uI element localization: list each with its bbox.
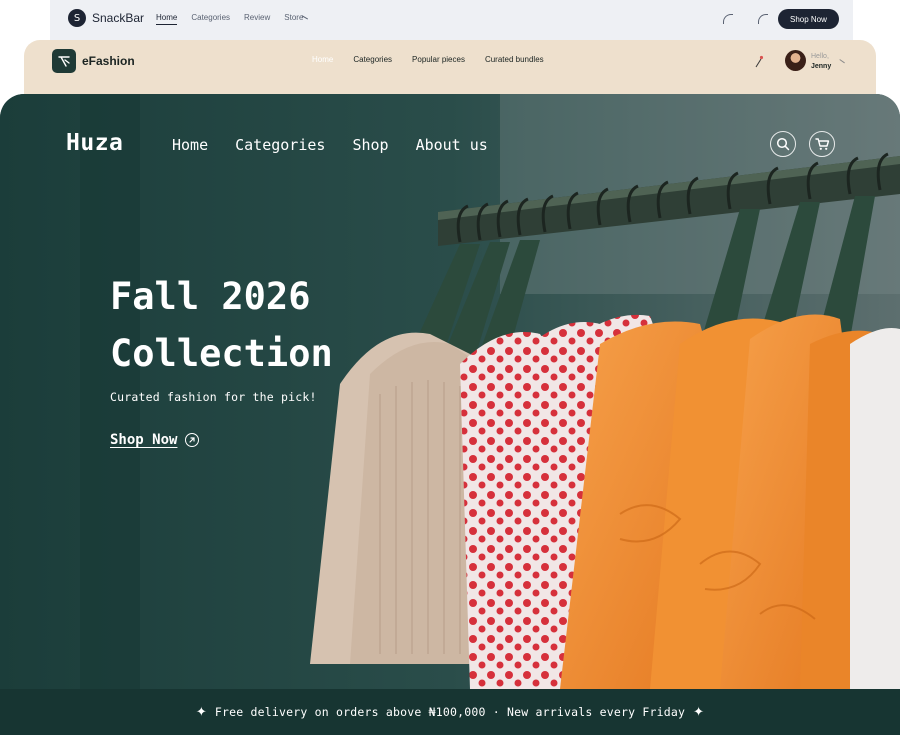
snackbar-nav-review[interactable]: Review: [244, 13, 270, 25]
snackbar-nav-home[interactable]: Home: [156, 13, 178, 25]
snackbar-brand-name: SnackBar: [92, 11, 145, 25]
efashion-brand-name: eFashion: [82, 54, 135, 68]
snackbar-search-icon[interactable]: [723, 14, 733, 24]
snackbar-logo[interactable]: S SnackBar: [68, 9, 144, 27]
snackbar-logo-mark: S: [68, 9, 86, 27]
nav-shop[interactable]: Shop: [352, 136, 388, 154]
snackbar-nav-store[interactable]: Store: [284, 13, 303, 25]
nav-home[interactable]: Home: [172, 136, 208, 154]
user-menu-chevron-down-icon[interactable]: [839, 56, 847, 64]
efashion-preview-card: eFashion Home Categories Popular pieces …: [24, 40, 876, 100]
huza-main-nav: Home Categories Shop About us: [172, 136, 488, 154]
efashion-logo[interactable]: eFashion: [52, 49, 135, 73]
hero-title-line-2: Collection: [110, 332, 333, 375]
nav-about-us[interactable]: About us: [416, 136, 488, 154]
shop-now-label: Shop Now: [110, 432, 178, 448]
efashion-nav-popular-pieces[interactable]: Popular pieces: [412, 55, 465, 64]
location-pin-icon[interactable]: [754, 54, 764, 68]
promo-banner: ✦ Free delivery on orders above ₦100,000…: [0, 689, 900, 735]
huza-hero-card: Huza Home Categories Shop About us Fall …: [0, 94, 900, 735]
cart-button[interactable]: [809, 131, 835, 157]
snackbar-shop-now-button[interactable]: Shop Now: [778, 9, 839, 29]
nav-categories[interactable]: Categories: [235, 136, 325, 154]
efashion-nav-curated-bundles[interactable]: Curated bundles: [485, 55, 544, 64]
snackbar-cart-icon[interactable]: [758, 14, 768, 24]
snackbar-nav: Home Categories Review Store: [156, 13, 303, 25]
search-icon: [776, 137, 790, 151]
sparkle-icon: ✦: [195, 704, 207, 720]
shop-now-link[interactable]: Shop Now: [110, 432, 200, 448]
user-name: Jenny: [811, 63, 832, 70]
snackbar-nav-categories[interactable]: Categories: [191, 13, 230, 25]
efashion-nav-home[interactable]: Home: [312, 55, 333, 64]
hero-title: Fall 2026 Collection: [110, 268, 333, 382]
user-greeting[interactable]: Hello, Jenny: [811, 52, 831, 72]
user-greeting-hello: Hello,: [811, 53, 829, 60]
huza-logo[interactable]: Huza: [66, 130, 123, 156]
promo-text: Free delivery on orders above ₦100,000 ·…: [214, 705, 686, 719]
efashion-nav-categories[interactable]: Categories: [353, 55, 392, 64]
hero-subtitle: Curated fashion for the pick!: [110, 390, 317, 404]
cart-icon: [814, 138, 829, 150]
efashion-nav: Home Categories Popular pieces Curated b…: [312, 55, 544, 64]
search-button[interactable]: [770, 131, 796, 157]
efashion-logo-mark: [52, 49, 76, 73]
hero-title-line-1: Fall 2026: [110, 275, 311, 318]
sparkle-icon: ✦: [693, 704, 705, 720]
avatar[interactable]: [785, 50, 806, 71]
arrow-up-right-icon: [185, 433, 200, 447]
hanger-logo-icon: [58, 56, 70, 67]
